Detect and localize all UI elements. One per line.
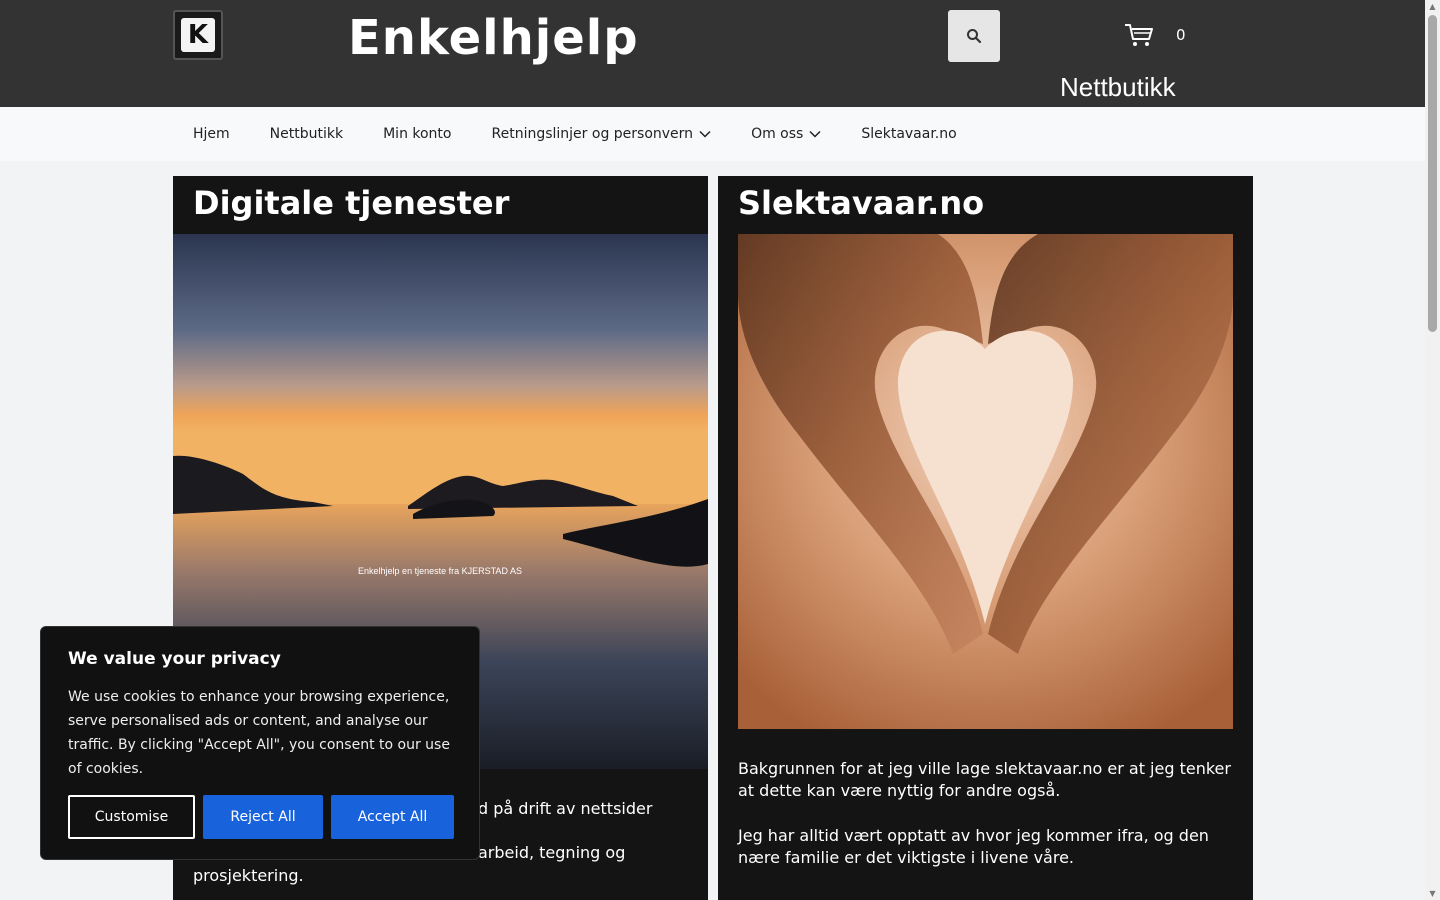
logo-letter: K bbox=[181, 18, 215, 52]
cookie-buttons: Customise Reject All Accept All bbox=[68, 795, 454, 839]
site-header: K Enkelhjelp 0 Nettbutikk bbox=[0, 0, 1425, 107]
heart-hands-illustration bbox=[738, 234, 1233, 729]
nav-item-retningslinjer[interactable]: Retningslinjer og personvern bbox=[472, 126, 732, 142]
card-paragraph-1: Bakgrunnen for at jeg ville lage slektav… bbox=[738, 759, 1231, 800]
site-title[interactable]: Enkelhjelp bbox=[348, 10, 639, 66]
site-logo[interactable]: K bbox=[173, 10, 223, 60]
card-title[interactable]: Slektavaar.no bbox=[718, 176, 1253, 234]
nav-item-label: Min konto bbox=[383, 126, 452, 142]
accept-all-button[interactable]: Accept All bbox=[331, 795, 454, 839]
search-icon bbox=[967, 29, 982, 44]
nav-item-label: Om oss bbox=[751, 126, 804, 142]
card-title[interactable]: Digitale tjenester bbox=[173, 176, 708, 234]
main-navigation: Hjem Nettbutikk Min konto Retningslinjer… bbox=[0, 107, 1425, 161]
scroll-up-arrow-icon[interactable]: ▲ bbox=[1428, 2, 1437, 11]
scrollbar-thumb[interactable] bbox=[1428, 15, 1437, 332]
cart-button[interactable]: 0 bbox=[1124, 22, 1186, 48]
card-slektavaar: Slektavaar.no Bakgrunnen for at jeg vill… bbox=[718, 176, 1253, 900]
nav-item-min-konto[interactable]: Min konto bbox=[363, 126, 471, 142]
card-paragraph-2: Jeg har alltid vært opptatt av hvor jeg … bbox=[738, 826, 1209, 867]
card-text-fragment-3: prosjektering. bbox=[193, 866, 304, 885]
nav-item-slektavaar[interactable]: Slektavaar.no bbox=[841, 126, 976, 142]
heart-hands-image[interactable] bbox=[738, 234, 1233, 729]
page-scrollbar[interactable]: ▲ ▼ bbox=[1425, 0, 1440, 900]
image-caption: Enkelhjelp en tjeneste fra KJERSTAD AS bbox=[358, 566, 522, 576]
scroll-down-arrow-icon[interactable]: ▼ bbox=[1428, 889, 1437, 898]
chevron-down-icon bbox=[809, 130, 821, 138]
cookie-description: We use cookies to enhance your browsing … bbox=[68, 689, 450, 777]
nav-item-label: Retningslinjer og personvern bbox=[491, 126, 694, 142]
nav-item-nettbutikk[interactable]: Nettbutikk bbox=[250, 126, 363, 142]
nav-item-om-oss[interactable]: Om oss bbox=[731, 126, 841, 142]
cookie-title: We value your privacy bbox=[68, 649, 281, 669]
cart-count: 0 bbox=[1176, 26, 1186, 44]
nav-item-label: Hjem bbox=[193, 126, 230, 142]
nav-item-hjem[interactable]: Hjem bbox=[173, 126, 250, 142]
shop-link[interactable]: Nettbutikk bbox=[1060, 72, 1176, 103]
card-text-fragment-2: arbeid, tegning og bbox=[478, 843, 626, 862]
nav-item-label: Slektavaar.no bbox=[861, 126, 957, 142]
nav-item-label: Nettbutikk bbox=[269, 126, 344, 142]
search-button[interactable] bbox=[948, 10, 1000, 62]
customise-button[interactable]: Customise bbox=[68, 795, 195, 839]
cart-icon bbox=[1125, 24, 1153, 46]
chevron-down-icon bbox=[699, 130, 711, 138]
cookie-consent-banner: We value your privacy We use cookies to … bbox=[40, 626, 480, 860]
reject-all-button[interactable]: Reject All bbox=[203, 795, 323, 839]
card-text-fragment-1: d på drift av nettsider bbox=[478, 799, 653, 818]
